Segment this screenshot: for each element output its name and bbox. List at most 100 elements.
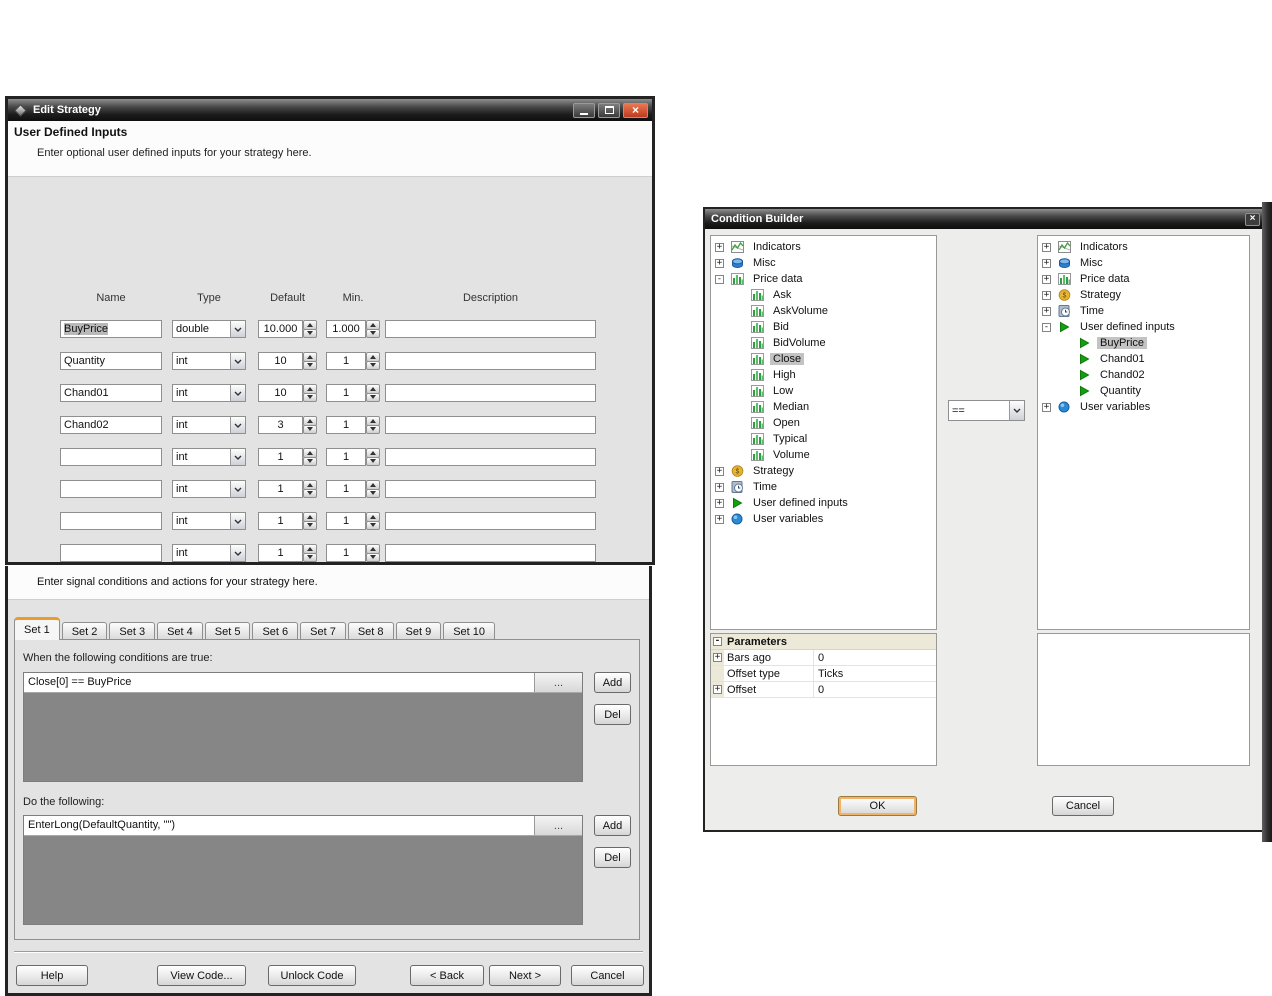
tree-item[interactable]: - Price data bbox=[711, 271, 936, 287]
tree-item[interactable]: + $ Strategy bbox=[711, 463, 936, 479]
minimize-icon[interactable] bbox=[573, 102, 595, 118]
tree-item[interactable]: Chand02 bbox=[1038, 367, 1249, 383]
description-field[interactable] bbox=[385, 352, 596, 370]
expand-toggle[interactable]: + bbox=[713, 685, 722, 694]
collapse-toggle[interactable]: - bbox=[1042, 322, 1051, 332]
chevron-down-icon[interactable] bbox=[230, 353, 245, 369]
close-icon[interactable]: × bbox=[623, 102, 648, 118]
tree-item[interactable]: + Misc bbox=[711, 255, 936, 271]
tab-set-10[interactable]: Set 10 bbox=[443, 622, 495, 640]
tab-set-4[interactable]: Set 4 bbox=[157, 622, 203, 640]
ok-button[interactable]: OK bbox=[838, 796, 917, 816]
spin-down-icon[interactable] bbox=[303, 328, 317, 338]
tree-item[interactable]: + User variables bbox=[711, 511, 936, 527]
tab-set-3[interactable]: Set 3 bbox=[109, 622, 156, 640]
name-field[interactable] bbox=[60, 480, 162, 498]
tree-item[interactable]: + User defined inputs bbox=[711, 495, 936, 511]
default-field[interactable]: 1 bbox=[258, 512, 303, 530]
name-field[interactable] bbox=[60, 512, 162, 530]
tree-item[interactable]: Chand01 bbox=[1038, 351, 1249, 367]
description-field[interactable] bbox=[385, 416, 596, 434]
parameter-value[interactable]: 0 bbox=[814, 682, 936, 697]
help-button[interactable]: Help bbox=[16, 965, 88, 986]
type-select[interactable]: int bbox=[172, 512, 246, 530]
min-field[interactable]: 1 bbox=[326, 512, 366, 530]
delete-condition-button[interactable]: Del bbox=[594, 704, 631, 725]
expand-toggle[interactable]: + bbox=[715, 498, 724, 508]
spin-down-icon[interactable] bbox=[366, 424, 380, 434]
min-field[interactable]: 1 bbox=[326, 384, 366, 402]
min-field[interactable]: 1 bbox=[326, 416, 366, 434]
name-field[interactable]: BuyPrice bbox=[60, 320, 162, 338]
tab-set-9[interactable]: Set 9 bbox=[395, 622, 442, 640]
tree-item[interactable]: + Time bbox=[1038, 303, 1249, 319]
spin-down-icon[interactable] bbox=[366, 456, 380, 466]
spin-down-icon[interactable] bbox=[303, 424, 317, 434]
type-select[interactable]: int bbox=[172, 448, 246, 466]
expand-toggle[interactable]: + bbox=[1042, 402, 1051, 412]
expand-toggle[interactable]: + bbox=[1042, 242, 1051, 252]
conditions-list[interactable]: Close[0] == BuyPrice... bbox=[23, 672, 583, 782]
maximize-icon[interactable] bbox=[598, 102, 620, 118]
tree-item[interactable]: + Misc bbox=[1038, 255, 1249, 271]
tree-item[interactable]: + Price data bbox=[1038, 271, 1249, 287]
collapse-toggle[interactable]: - bbox=[713, 637, 722, 646]
chevron-down-icon[interactable] bbox=[1009, 401, 1024, 420]
edit-condition-button[interactable]: ... bbox=[534, 673, 582, 692]
expand-toggle[interactable]: + bbox=[1042, 306, 1051, 316]
default-field[interactable]: 1 bbox=[258, 448, 303, 466]
chevron-down-icon[interactable] bbox=[230, 545, 245, 561]
tree-item[interactable]: Median bbox=[711, 399, 936, 415]
expand-toggle[interactable]: + bbox=[1042, 290, 1051, 300]
expand-toggle[interactable]: + bbox=[713, 653, 722, 662]
expand-toggle[interactable]: + bbox=[715, 466, 724, 476]
cancel-button[interactable]: Cancel bbox=[1052, 796, 1114, 816]
condition-builder-titlebar[interactable]: Condition Builder × bbox=[705, 209, 1264, 229]
list-item[interactable]: Close[0] == BuyPrice... bbox=[24, 673, 582, 693]
tree-item[interactable]: + Indicators bbox=[711, 239, 936, 255]
actions-list[interactable]: EnterLong(DefaultQuantity, "")... bbox=[23, 815, 583, 925]
chevron-down-icon[interactable] bbox=[230, 417, 245, 433]
expand-toggle[interactable]: + bbox=[715, 514, 724, 524]
spin-down-icon[interactable] bbox=[366, 488, 380, 498]
default-field[interactable]: 3 bbox=[258, 416, 303, 434]
tree-item[interactable]: Open bbox=[711, 415, 936, 431]
parameters-header[interactable]: - Parameters bbox=[711, 634, 936, 650]
collapse-toggle[interactable]: - bbox=[715, 274, 724, 284]
tree-item[interactable]: + User variables bbox=[1038, 399, 1249, 415]
unlock-code-button[interactable]: Unlock Code bbox=[268, 965, 356, 986]
expand-toggle[interactable]: + bbox=[715, 482, 724, 492]
description-field[interactable] bbox=[385, 448, 596, 466]
list-item[interactable]: EnterLong(DefaultQuantity, "")... bbox=[24, 816, 582, 836]
back-button[interactable]: < Back bbox=[410, 965, 484, 986]
description-field[interactable] bbox=[385, 544, 596, 562]
tree-item[interactable]: Close bbox=[711, 351, 936, 367]
spin-down-icon[interactable] bbox=[303, 392, 317, 402]
default-field[interactable]: 10 bbox=[258, 384, 303, 402]
name-field[interactable]: Chand01 bbox=[60, 384, 162, 402]
chevron-down-icon[interactable] bbox=[230, 385, 245, 401]
description-field[interactable] bbox=[385, 320, 596, 338]
next-button[interactable]: Next > bbox=[489, 965, 561, 986]
tree-item[interactable]: BidVolume bbox=[711, 335, 936, 351]
tab-set-5[interactable]: Set 5 bbox=[204, 622, 251, 640]
tree-item[interactable]: Bid bbox=[711, 319, 936, 335]
delete-action-button[interactable]: Del bbox=[594, 847, 631, 868]
expand-toggle[interactable]: + bbox=[1042, 258, 1051, 268]
description-field[interactable] bbox=[385, 384, 596, 402]
spin-down-icon[interactable] bbox=[366, 392, 380, 402]
edit-strategy-titlebar[interactable]: Edit Strategy × bbox=[8, 99, 652, 121]
type-select[interactable]: int bbox=[172, 480, 246, 498]
min-field[interactable]: 1 bbox=[326, 480, 366, 498]
parameter-row[interactable]: + Bars ago 0 bbox=[711, 650, 936, 666]
expand-toggle[interactable]: + bbox=[715, 242, 724, 252]
tab-set-7[interactable]: Set 7 bbox=[300, 622, 346, 640]
description-field[interactable] bbox=[385, 512, 596, 530]
spin-down-icon[interactable] bbox=[303, 456, 317, 466]
chevron-down-icon[interactable] bbox=[230, 513, 245, 529]
tree-item[interactable]: + Time bbox=[711, 479, 936, 495]
add-condition-button[interactable]: Add bbox=[594, 672, 631, 693]
expand-toggle[interactable]: + bbox=[715, 258, 724, 268]
description-field[interactable] bbox=[385, 480, 596, 498]
tree-item[interactable]: - User defined inputs bbox=[1038, 319, 1249, 335]
